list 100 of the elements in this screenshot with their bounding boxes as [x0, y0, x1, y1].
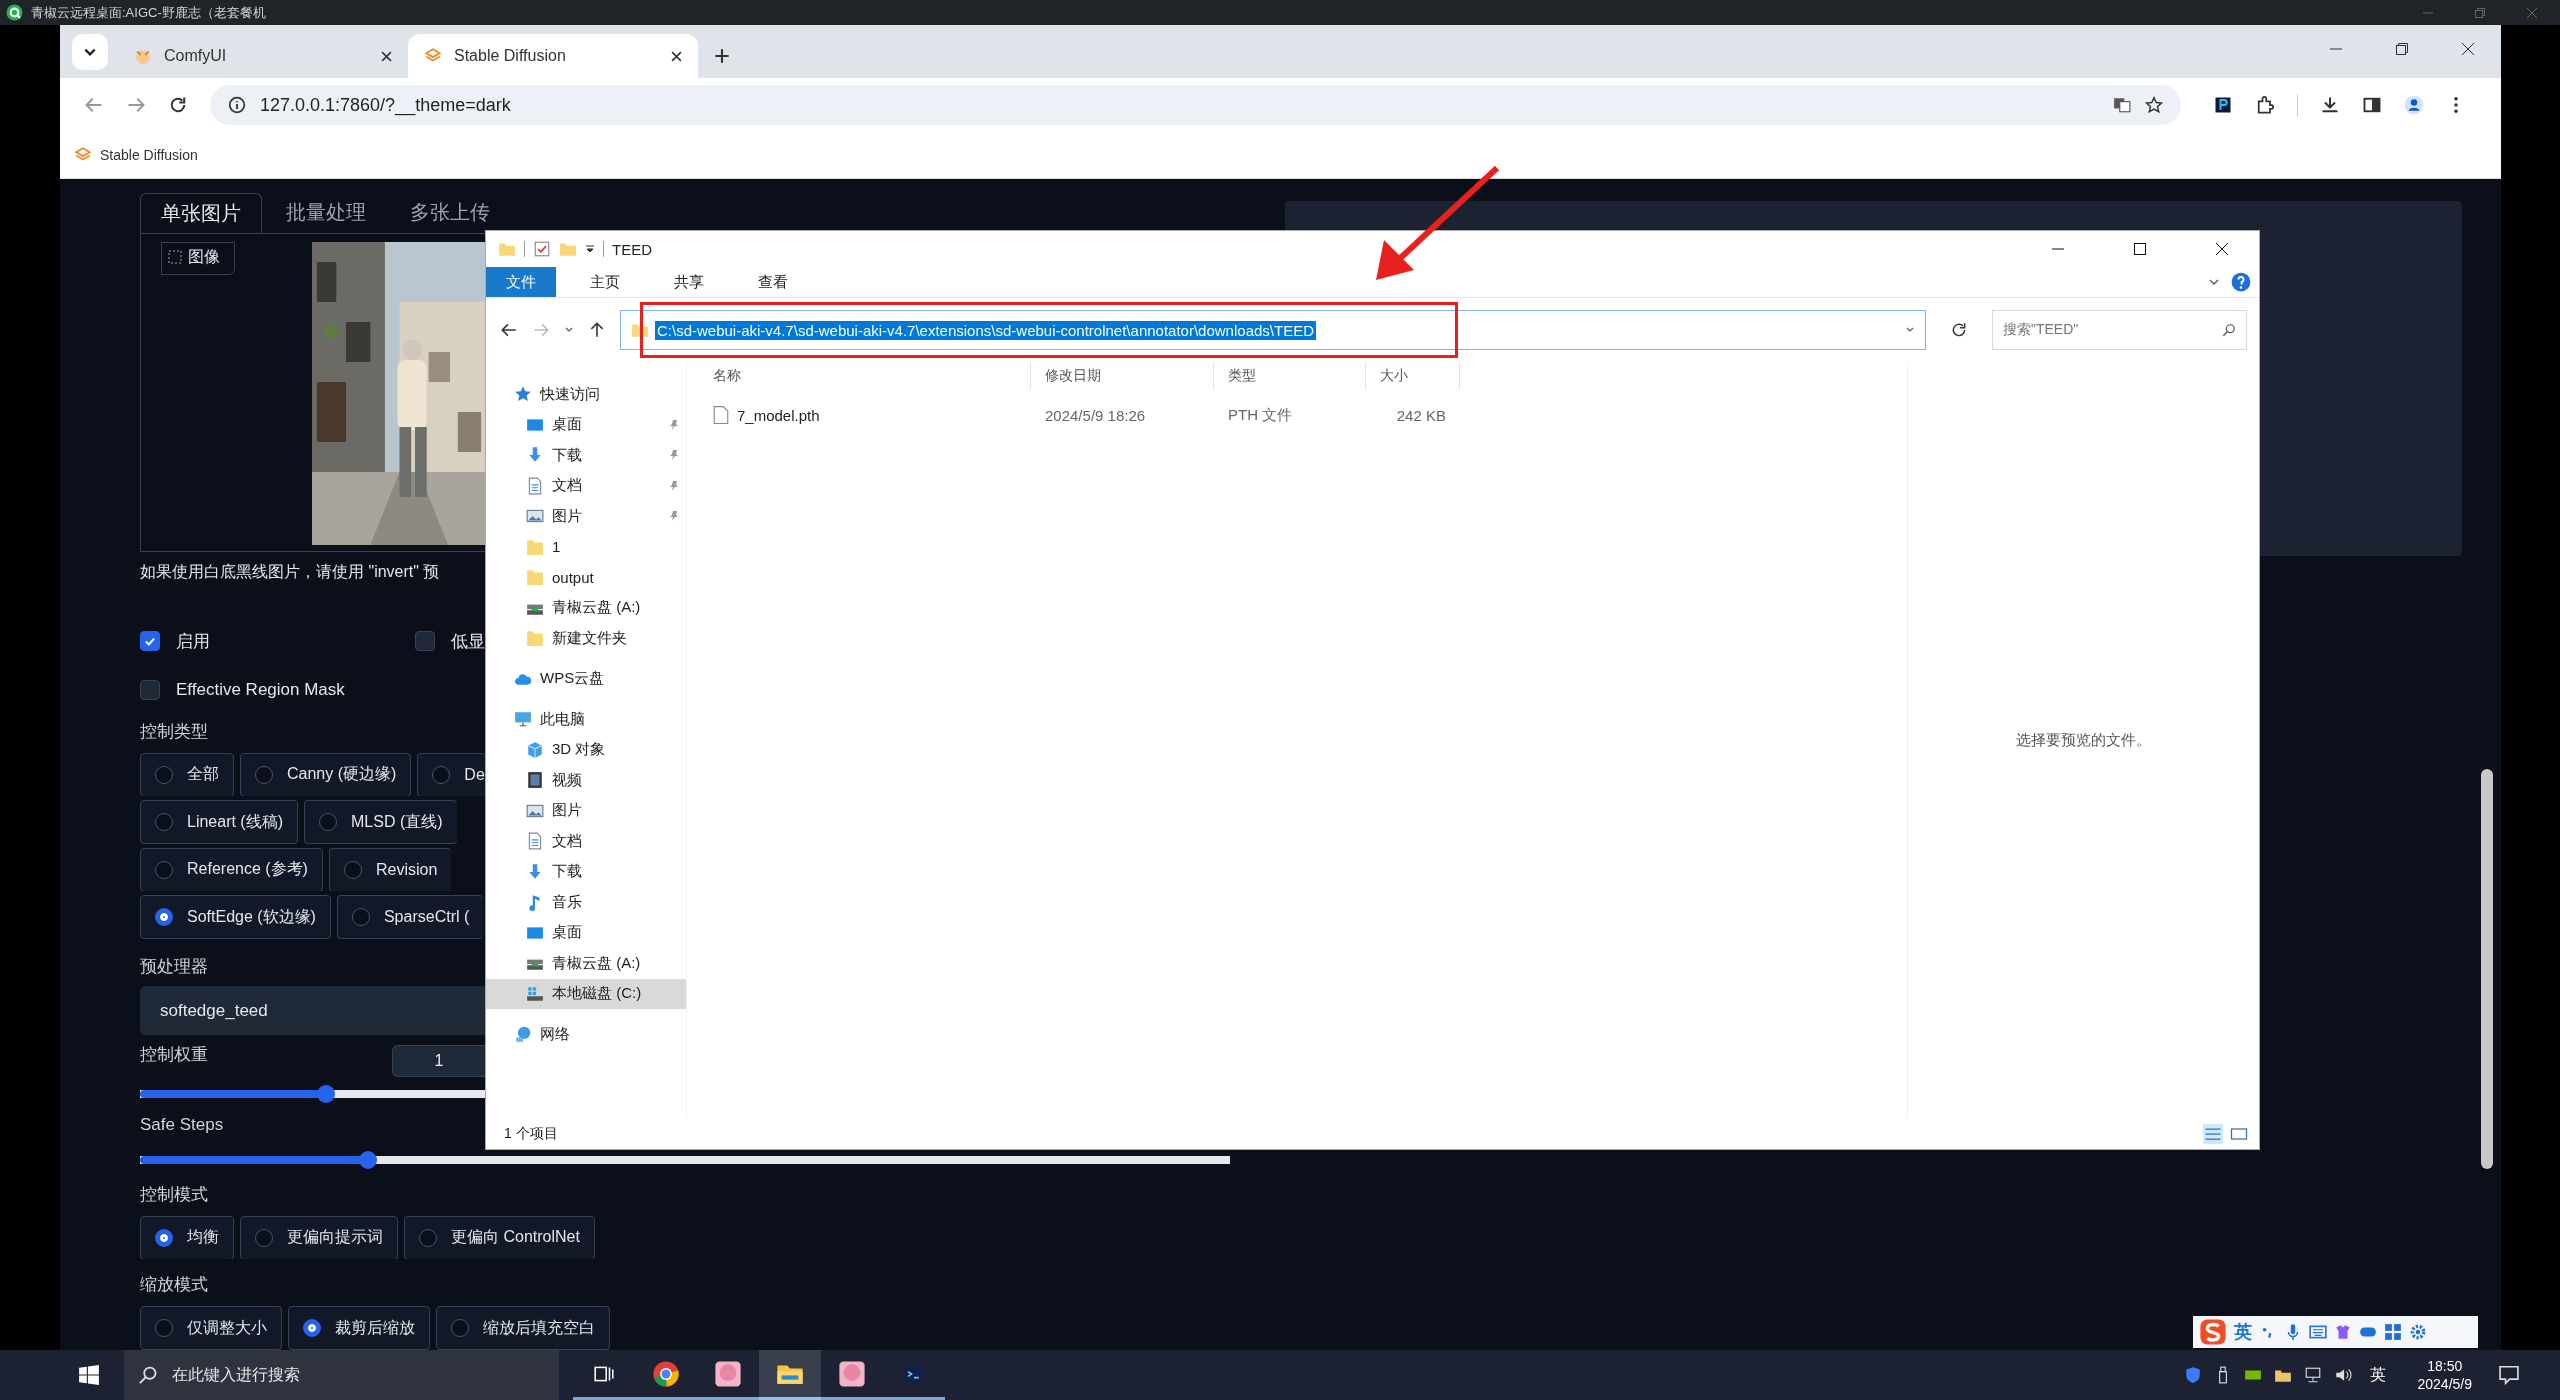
pin-icon[interactable] [668, 418, 680, 431]
maximize-icon[interactable] [2133, 242, 2147, 256]
file-row[interactable]: 7_model.pth 2024/5/9 18:26 PTH 文件 242 KB [699, 400, 1460, 430]
nav-item[interactable]: 快速访问 [486, 379, 686, 410]
properties-icon[interactable] [533, 240, 551, 258]
nav-item[interactable]: 下载 [486, 856, 686, 887]
address-field[interactable]: C:\sd-webui-aki-v4.7\sd-webui-aki-v4.7\extensions\sd-webui-controlnet\annotator\downloads\TEED [620, 310, 1926, 350]
address-bar[interactable]: 127.0.0.1:7860/?__theme=dark [210, 85, 2181, 125]
nav-item[interactable]: 1 [486, 531, 686, 562]
ime-logo-icon[interactable] [2199, 1318, 2227, 1346]
nav-item[interactable]: 桌面 [486, 917, 686, 948]
image-tab[interactable]: 多张上传 [390, 193, 510, 233]
restore-icon[interactable] [2395, 42, 2409, 56]
image-tab[interactable]: 单张图片 [140, 193, 262, 233]
network-icon[interactable] [2303, 1366, 2322, 1384]
pin-icon[interactable] [668, 510, 680, 523]
input-mode-indicator[interactable]: 英 [2369, 1364, 2386, 1386]
toolbox-icon[interactable] [2384, 1323, 2402, 1341]
close-icon[interactable] [381, 50, 392, 62]
nav-item[interactable]: 本地磁盘 (C:) [486, 978, 686, 1009]
back-icon[interactable] [500, 321, 518, 339]
nav-item[interactable]: 青椒云盘 (A:) [486, 948, 686, 979]
help-icon[interactable] [2231, 272, 2251, 292]
shield-icon[interactable] [2183, 1366, 2202, 1384]
column-header[interactable]: 大小 [1366, 362, 1460, 390]
radio-option[interactable]: Reference (参考) [140, 847, 323, 892]
radio-option[interactable]: De [417, 752, 485, 797]
start-icon[interactable] [78, 1364, 100, 1386]
ime-mode[interactable]: 英 [2234, 1320, 2252, 1344]
keyboard-icon[interactable] [2309, 1323, 2327, 1341]
nav-item[interactable]: 音乐 [486, 887, 686, 918]
radio-option[interactable]: Revision [328, 847, 452, 892]
taskbar-app[interactable] [759, 1350, 821, 1400]
reload-icon[interactable] [168, 95, 188, 115]
side-panel-icon[interactable] [2362, 95, 2382, 115]
browser-tab[interactable]: Stable Diffusion [408, 34, 698, 78]
search-field[interactable]: 搜索"TEED" [1992, 310, 2247, 350]
radio-option[interactable]: Canny (硬边缘) [240, 752, 412, 797]
star-icon[interactable] [2145, 96, 2163, 114]
settings-icon[interactable] [2409, 1323, 2427, 1341]
radio-option[interactable]: 裁剪后缩放 [288, 1306, 430, 1350]
ribbon-tab[interactable]: 文件 [486, 267, 556, 297]
pin-icon[interactable] [668, 449, 680, 462]
translate-icon[interactable] [2113, 96, 2131, 114]
pin-icon[interactable] [668, 479, 680, 492]
puzzle-icon[interactable] [2255, 95, 2275, 115]
nav-item[interactable]: output [486, 562, 686, 593]
nav-item[interactable]: 文档 [486, 470, 686, 501]
radio-option[interactable]: 缩放后填充空白 [436, 1306, 610, 1350]
checkbox[interactable] [415, 631, 435, 652]
column-header[interactable]: 类型 [1214, 362, 1366, 390]
nav-item[interactable]: WPS云盘 [486, 663, 686, 694]
ribbon-tab[interactable]: 共享 [654, 267, 724, 297]
extension-icon[interactable] [2213, 95, 2233, 115]
radio-option[interactable]: MLSD (直线) [304, 800, 457, 844]
nav-item[interactable]: 青椒云盘 (A:) [486, 592, 686, 623]
nav-item[interactable]: 视频 [486, 765, 686, 796]
radio-option[interactable]: Lineart (线稿) [140, 800, 299, 844]
radio-option[interactable]: 更偏向 ControlNet [404, 1215, 595, 1260]
bookmark[interactable]: Stable Diffusion [74, 146, 198, 164]
dropdown-icon[interactable] [585, 244, 595, 254]
preprocessor-dropdown[interactable]: softedge_teed [140, 985, 485, 1036]
notification-icon[interactable] [2498, 1364, 2520, 1386]
nav-item[interactable]: 图片 [486, 501, 686, 532]
ribbon-tab[interactable]: 查看 [738, 267, 808, 297]
nav-item[interactable]: 下载 [486, 440, 686, 471]
close-icon[interactable] [2461, 42, 2475, 56]
tab-search-button[interactable] [72, 34, 108, 70]
skin-icon[interactable] [2334, 1323, 2352, 1341]
download-icon[interactable] [2320, 95, 2340, 115]
profile-icon[interactable] [2404, 95, 2424, 115]
slider-thumb[interactable] [316, 1085, 335, 1103]
details-view-icon[interactable] [2203, 1124, 2223, 1144]
radio-option[interactable]: 均衡 [140, 1215, 234, 1260]
new-tab-icon[interactable] [714, 48, 730, 64]
close-icon[interactable] [2215, 242, 2229, 256]
refresh-icon[interactable] [1950, 321, 1968, 339]
nav-item[interactable]: 新建文件夹 [486, 623, 686, 654]
number-field[interactable]: 1 [392, 1045, 485, 1078]
nav-item[interactable]: 3D 对象 [486, 734, 686, 765]
taskbar-search-field[interactable]: 在此键入进行搜索 [124, 1350, 559, 1400]
up-icon[interactable] [588, 321, 606, 339]
radio-option[interactable]: 全部 [140, 752, 234, 797]
nav-item[interactable]: 图片 [486, 795, 686, 826]
checkbox[interactable] [140, 679, 160, 700]
chevron-down-icon[interactable] [2209, 277, 2219, 287]
image-upload-area[interactable]: 图像 [140, 233, 485, 553]
ribbon-tab[interactable]: 主页 [570, 267, 640, 297]
nav-item[interactable]: 桌面 [486, 409, 686, 440]
nav-item[interactable]: 网络 [486, 1019, 686, 1050]
radio-option[interactable]: SparseCtrl ( [336, 895, 484, 939]
slider-thumb[interactable] [358, 1150, 377, 1169]
radio-option[interactable]: 更偏向提示词 [240, 1215, 398, 1260]
radio-option[interactable]: SoftEdge (软边缘) [140, 895, 331, 939]
browser-tab[interactable]: ComfyUI [118, 34, 408, 78]
checkbox[interactable] [140, 631, 160, 652]
image-tab[interactable]: 批量处理 [266, 193, 386, 233]
column-header[interactable]: 修改日期 [1031, 362, 1214, 390]
info-icon[interactable] [228, 96, 246, 114]
nav-item[interactable]: 此电脑 [486, 704, 686, 735]
